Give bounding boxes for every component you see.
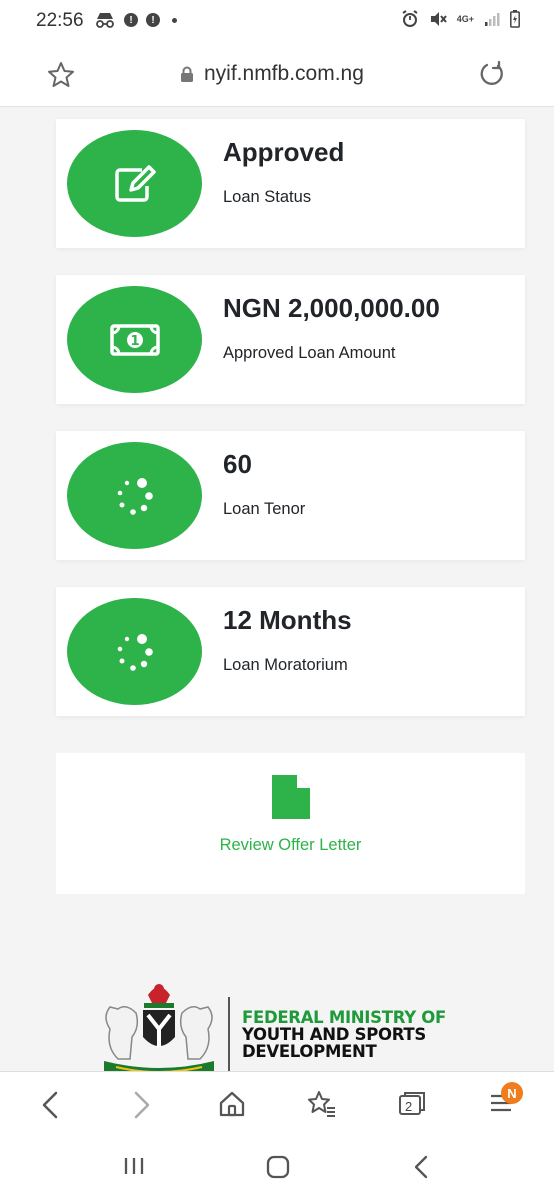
offer-letter-card[interactable]: Review Offer Letter	[56, 753, 525, 894]
tabs-button[interactable]: 2	[396, 1090, 428, 1118]
status-bar: 22:56 ! ! 4G+	[0, 0, 554, 44]
home-button-icon[interactable]	[266, 1155, 290, 1179]
mute-icon	[430, 12, 447, 26]
loan-moratorium-label: Loan Moratorium	[223, 656, 348, 674]
loan-tenor-label: Loan Tenor	[223, 500, 306, 518]
loan-moratorium-card: 12 Months Loan Moratorium	[56, 587, 525, 716]
approved-amount-value: NGN 2,000,000.00	[223, 293, 440, 323]
back-icon[interactable]	[40, 1090, 60, 1120]
status-right-icons: 4G+	[401, 10, 520, 28]
url-text[interactable]: nyif.nmfb.com.ng	[204, 62, 364, 86]
approved-amount-card: 1 NGN 2,000,000.00 Approved Loan Amount	[56, 275, 525, 404]
document-icon[interactable]	[272, 775, 310, 819]
logo-divider	[228, 997, 230, 1071]
ministry-line-3: DEVELOPMENT	[242, 1042, 377, 1061]
browser-url-bar: nyif.nmfb.com.ng	[0, 44, 554, 107]
recent-apps-icon[interactable]	[122, 1155, 146, 1177]
lock-icon	[181, 66, 193, 82]
page-content: Approved Loan Status 1 NGN 2,000,000.00 …	[0, 107, 554, 1071]
alarm-icon	[402, 10, 418, 27]
menu-badge: N	[501, 1082, 523, 1104]
ministry-logo: FEDERAL MINISTRY OF YOUTH AND SPORTS DEV…	[96, 969, 476, 1071]
network-type: 4G+	[456, 13, 474, 24]
approved-amount-label: Approved Loan Amount	[223, 344, 396, 362]
bookmarks-icon[interactable]	[306, 1090, 336, 1118]
coat-of-arms-icon	[104, 984, 214, 1071]
edit-icon	[114, 164, 156, 202]
signal-icon	[485, 13, 500, 26]
more-notifications-icon	[172, 17, 177, 23]
battery-icon	[510, 10, 520, 28]
browser-bottom-nav: 2 N	[0, 1071, 554, 1138]
ministry-line-1: FEDERAL MINISTRY OF	[242, 1008, 446, 1027]
status-left-icons: ! !	[94, 12, 177, 28]
review-offer-letter-link[interactable]: Review Offer Letter	[56, 836, 525, 855]
svg-text:1: 1	[130, 334, 139, 349]
reload-icon[interactable]	[478, 60, 506, 88]
card-icon-circle	[67, 442, 202, 549]
incognito-icon	[96, 13, 114, 28]
tabs-count: 2	[405, 1099, 413, 1114]
alert-icon: !	[124, 13, 138, 27]
loan-status-label: Loan Status	[223, 188, 312, 206]
loan-tenor-value: 60	[223, 449, 252, 479]
loan-tenor-card: 60 Loan Tenor	[56, 431, 525, 560]
home-icon[interactable]	[218, 1090, 246, 1118]
money-icon: 1	[109, 323, 160, 356]
ministry-line-2: YOUTH AND SPORTS	[242, 1025, 426, 1044]
loan-status-value: Approved	[223, 137, 345, 167]
card-icon-circle	[67, 598, 202, 705]
status-time: 22:56	[36, 10, 84, 31]
forward-icon[interactable]	[132, 1090, 152, 1120]
ministry-name: FEDERAL MINISTRY OF YOUTH AND SPORTS DEV…	[242, 1009, 446, 1060]
bookmark-star-icon[interactable]	[46, 60, 76, 90]
alert-icon: !	[146, 13, 160, 27]
system-nav-bar	[0, 1137, 554, 1200]
loan-status-card: Approved Loan Status	[56, 119, 525, 248]
loan-moratorium-value: 12 Months	[223, 605, 352, 635]
card-icon-circle: 1	[67, 286, 202, 393]
card-icon-circle	[67, 130, 202, 237]
spinner-icon	[117, 477, 153, 515]
spinner-icon	[117, 633, 153, 671]
system-back-icon[interactable]	[412, 1155, 430, 1179]
